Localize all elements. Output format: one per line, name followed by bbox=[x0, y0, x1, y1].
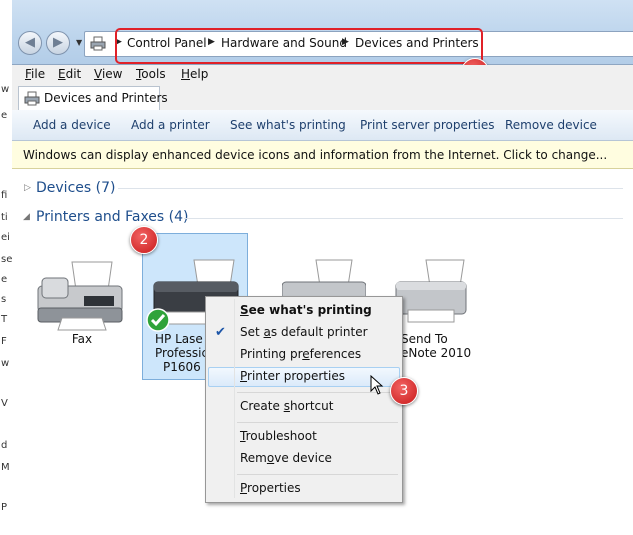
strip-char: e bbox=[1, 110, 8, 121]
strip-char: F bbox=[1, 336, 7, 347]
menu-label-part: dit bbox=[65, 67, 82, 81]
tab-devices-and-printers[interactable]: Devices and Printers bbox=[18, 86, 168, 110]
back-button[interactable]: ◀ bbox=[18, 31, 42, 55]
menu-item-remove-device[interactable]: Remove device bbox=[240, 451, 332, 465]
strip-char: w bbox=[1, 84, 10, 95]
menu-accel-key: P bbox=[240, 369, 248, 383]
menu-item-see-whats-printing[interactable]: See what's printing bbox=[240, 303, 372, 317]
strip-char: fi bbox=[1, 190, 8, 201]
menu-label-part: ile bbox=[31, 67, 46, 81]
menu-item-printing-preferences[interactable]: Printing preferences bbox=[240, 347, 361, 361]
strip-char: ei bbox=[1, 232, 10, 243]
information-bar[interactable]: Windows can display enhanced device icon… bbox=[12, 141, 633, 169]
printer-icon bbox=[90, 36, 106, 51]
see-whats-printing-button[interactable]: See what's printing bbox=[230, 118, 346, 132]
strip-char: s bbox=[1, 294, 7, 305]
menu-label-part: ferences bbox=[309, 347, 362, 361]
tab-strip: Devices and Printers bbox=[12, 84, 633, 111]
group-header-devices[interactable]: Devices (7) bbox=[36, 180, 115, 196]
menu-item-properties[interactable]: Properties bbox=[240, 481, 301, 495]
menu-item-create-shortcut[interactable]: Create shortcut bbox=[240, 399, 333, 413]
menu-label-part: ve device bbox=[274, 451, 332, 465]
add-device-button[interactable]: Add a device bbox=[33, 118, 111, 132]
menu-accel-key: a bbox=[263, 325, 271, 339]
print-server-properties-button[interactable]: Print server properties bbox=[360, 118, 494, 132]
menu-label-part: Printing pr bbox=[240, 347, 303, 361]
menu-help[interactable]: Help bbox=[181, 67, 208, 81]
menu-label-part: elp bbox=[190, 67, 209, 81]
menu-label-part: s default printer bbox=[270, 325, 368, 339]
menu-view[interactable]: View bbox=[94, 67, 122, 81]
add-printer-button[interactable]: Add a printer bbox=[131, 118, 210, 132]
device-label-send-to-onenote-line1[interactable]: Send To bbox=[401, 332, 448, 346]
device-label-hp-line2[interactable]: Professic bbox=[155, 346, 208, 360]
menu-label-part: Set bbox=[240, 325, 264, 339]
menu-item-set-as-default-printer[interactable]: Set as default printer bbox=[240, 325, 368, 339]
menu-item-troubleshoot[interactable]: Troubleshoot bbox=[240, 429, 317, 443]
menu-bar: File Edit View Tools Help bbox=[12, 65, 633, 84]
menu-separator bbox=[237, 474, 398, 475]
group-divider bbox=[118, 188, 623, 189]
strip-char: d bbox=[1, 440, 8, 451]
menu-separator bbox=[237, 422, 398, 423]
device-label-hp-line1[interactable]: HP Lase bbox=[155, 332, 207, 346]
menu-label-part: roperties bbox=[247, 481, 301, 495]
menu-accel-key: S bbox=[240, 303, 249, 317]
menu-label-part: iew bbox=[101, 67, 123, 81]
recent-pages-dropdown-icon[interactable]: ▼ bbox=[76, 38, 82, 47]
device-label-hp-line3[interactable]: P1606 bbox=[163, 360, 207, 374]
menu-label-part: Create bbox=[240, 399, 284, 413]
device-label-fax[interactable]: Fax bbox=[52, 332, 112, 346]
strip-char: se bbox=[1, 254, 13, 265]
tab-label: Devices and Printers bbox=[44, 91, 168, 105]
menu-file[interactable]: File bbox=[25, 67, 45, 81]
strip-char: P bbox=[1, 502, 8, 513]
menu-accel-key: P bbox=[240, 481, 248, 495]
menu-accel-key: V bbox=[94, 67, 102, 81]
menu-label-part: ools bbox=[141, 67, 166, 81]
device-label-send-to-onenote-line2[interactable]: eNote 2010 bbox=[401, 346, 471, 360]
context-menu: ✔ See what's printing Set as default pri… bbox=[205, 296, 403, 503]
menu-edit[interactable]: Edit bbox=[58, 67, 81, 81]
default-printer-check-icon bbox=[146, 308, 170, 332]
menu-label-part: rinter properties bbox=[247, 369, 345, 383]
strip-char: ti bbox=[1, 212, 8, 223]
menu-accel-key: E bbox=[58, 67, 66, 81]
group-divider bbox=[184, 218, 623, 219]
annotation-badge: 2 bbox=[130, 226, 158, 254]
menu-item-printer-properties[interactable]: Printer properties bbox=[240, 369, 345, 383]
remove-device-button[interactable]: Remove device bbox=[505, 118, 597, 132]
menu-label-part: roubleshoot bbox=[245, 429, 317, 443]
collapse-arrow-icon[interactable]: ◢ bbox=[23, 212, 30, 222]
strip-char: w bbox=[1, 358, 10, 369]
printer-icon bbox=[24, 91, 40, 106]
annotation-highlight-box bbox=[115, 28, 483, 64]
forward-button[interactable]: ▶ bbox=[46, 31, 70, 55]
menu-gutter bbox=[234, 299, 235, 498]
strip-char: e bbox=[1, 274, 8, 285]
mouse-cursor-icon bbox=[370, 375, 384, 395]
menu-label-part: ee what's printing bbox=[248, 303, 372, 317]
annotation-badge: 3 bbox=[390, 377, 418, 405]
menu-accel-key: H bbox=[181, 67, 191, 81]
strip-char: T bbox=[1, 314, 8, 325]
menu-tools[interactable]: Tools bbox=[136, 67, 166, 81]
group-header-printers-and-faxes[interactable]: Printers and Faxes (4) bbox=[36, 209, 189, 225]
menu-label-part: hortcut bbox=[289, 399, 334, 413]
printer-icon[interactable] bbox=[392, 256, 470, 328]
fax-icon[interactable] bbox=[32, 256, 128, 334]
strip-char: M bbox=[1, 462, 10, 473]
check-icon: ✔ bbox=[215, 325, 226, 340]
command-bar: Add a device Add a printer See what's pr… bbox=[12, 110, 633, 141]
expand-arrow-icon[interactable]: ▷ bbox=[24, 183, 31, 193]
menu-accel-key: e bbox=[302, 347, 310, 361]
strip-char: V bbox=[1, 398, 8, 409]
menu-label-part: Rem bbox=[240, 451, 267, 465]
information-bar-text: Windows can display enhanced device icon… bbox=[23, 148, 608, 162]
